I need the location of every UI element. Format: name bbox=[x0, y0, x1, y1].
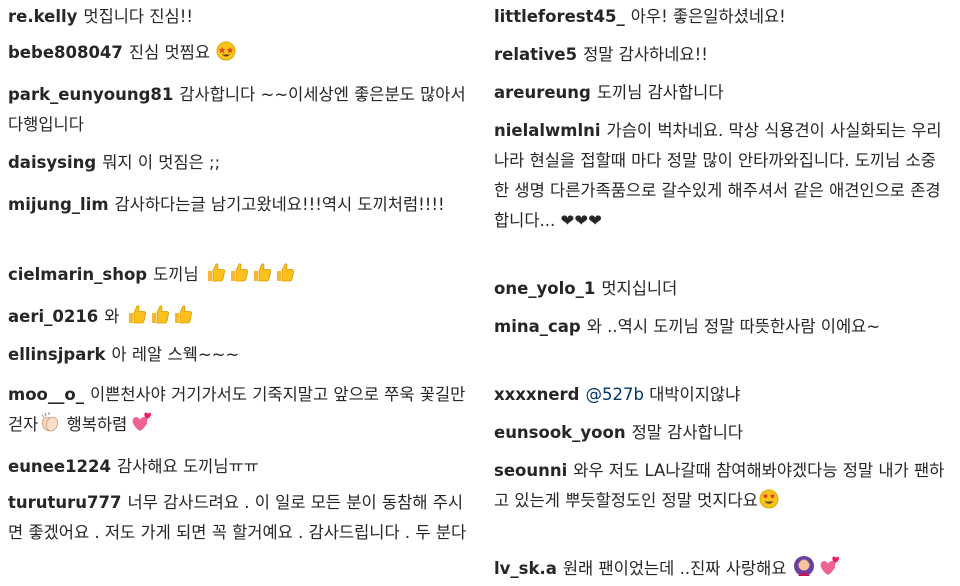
comment-username[interactable]: turuturu777 bbox=[8, 493, 121, 512]
comment-text: 멋집니다 진심!! bbox=[83, 7, 193, 26]
thumbs-up-icon bbox=[251, 261, 273, 283]
comment: eunsook_yoon 정말 감사합니다 bbox=[494, 418, 946, 448]
comment: moo__o_ 이쁜천사야 거기가서도 기죽지말고 앞으로 쭈욱 꽃길만 걷자 행… bbox=[8, 380, 468, 440]
comment-username[interactable]: moo__o_ bbox=[8, 385, 84, 404]
comment-username[interactable]: mijung_lim bbox=[8, 195, 109, 214]
comment-text-continued: 행복하렴 bbox=[66, 415, 128, 434]
comment-username[interactable]: eunsook_yoon bbox=[494, 423, 626, 442]
comment: seounni 와우 저도 LA나갈때 참여해봐야겠다능 정말 내가 팬하고 있는… bbox=[494, 456, 946, 516]
comment-username[interactable]: areureung bbox=[494, 83, 591, 102]
two-hearts-icon bbox=[816, 555, 840, 577]
comment-username[interactable]: one_yolo_1 bbox=[494, 279, 595, 298]
comment: turuturu777 너무 감사드려요 . 이 일로 모든 분이 동참해 주시면… bbox=[8, 488, 468, 548]
comment-text: 아우! 좋은일하셨네요! bbox=[630, 7, 786, 26]
clapping-hands-icon bbox=[39, 411, 61, 433]
comment-username[interactable]: aeri_0216 bbox=[8, 307, 98, 326]
comment: eunee1224 감사해요 도끼님ㅠㅠ bbox=[8, 452, 468, 482]
comment-text: 감사하다는글 남기고왔네요!!!역시 도끼처럼!!!! bbox=[114, 195, 445, 214]
comment: relative5 정말 감사하네요!! bbox=[494, 40, 946, 70]
comment-username[interactable]: park_eunyoung81 bbox=[8, 85, 173, 104]
comment: park_eunyoung81 감사합니다 ~~이세상엔 좋은분도 많아서 다행입… bbox=[8, 80, 468, 140]
comment-text: 감사해요 도끼님ㅠㅠ bbox=[117, 457, 259, 476]
heart-eyes-face-icon bbox=[759, 489, 779, 509]
comment-text: 진심 멋찜요 bbox=[128, 43, 211, 62]
comment-username[interactable]: seounni bbox=[494, 461, 567, 480]
thumbs-up-icon bbox=[205, 261, 227, 283]
comment-text: 도끼님 감사합니다 bbox=[596, 83, 724, 102]
comment-username[interactable]: eunee1224 bbox=[8, 457, 111, 476]
comment-username[interactable]: bebe808047 bbox=[8, 43, 123, 62]
person-icon bbox=[793, 555, 815, 577]
comment-username[interactable]: ellinsjpark bbox=[8, 345, 105, 364]
comment-text: 정말 감사합니다 bbox=[631, 423, 744, 442]
comment-text: 아 레알 스웩~~~ bbox=[111, 345, 240, 364]
comment-username[interactable]: nielalwmlni bbox=[494, 121, 601, 140]
comment: ellinsjpark 아 레알 스웩~~~ bbox=[8, 340, 468, 370]
thumbs-up-icon bbox=[172, 303, 194, 325]
comment-text: 와 ..역시 도끼님 정말 따뜻한사람 이에요~ bbox=[586, 317, 881, 336]
comment-username[interactable]: relative5 bbox=[494, 45, 577, 64]
thumbs-up-icon bbox=[274, 261, 296, 283]
comment: mina_cap 와 ..역시 도끼님 정말 따뜻한사람 이에요~ bbox=[494, 312, 946, 342]
comment-text: 뭐지 이 멋짐은 ;; bbox=[102, 153, 221, 172]
comment-mention[interactable]: @527b bbox=[585, 385, 643, 404]
two-hearts-icon bbox=[128, 411, 152, 433]
comment: littleforest45_ 아우! 좋은일하셨네요! bbox=[494, 2, 946, 32]
thumbs-up-icon bbox=[149, 303, 171, 325]
comment-text: 정말 감사하네요!! bbox=[583, 45, 708, 64]
comment: cielmarin_shop 도끼님 bbox=[8, 260, 468, 290]
comment: xxxxnerd @527b 대박이지않냐 bbox=[494, 380, 946, 410]
comment-username[interactable]: daisysing bbox=[8, 153, 96, 172]
thumbs-up-icon bbox=[228, 261, 250, 283]
comment: areureung 도끼님 감사합니다 bbox=[494, 78, 946, 108]
comment: aeri_0216 와 bbox=[8, 302, 468, 332]
comment: nielalwmlni 가슴이 벅차네요. 막상 식용견이 사실화되는 우리나라 … bbox=[494, 116, 946, 236]
comment-text: 원래 팬이었는데 ..진짜 사랑해요 bbox=[562, 559, 787, 578]
thumbs-up-icon bbox=[126, 303, 148, 325]
comment-username[interactable]: xxxxnerd bbox=[494, 385, 579, 404]
comment-username[interactable]: littleforest45_ bbox=[494, 7, 625, 26]
comment-text: 도끼님 bbox=[153, 265, 199, 284]
comment-username[interactable]: lv_sk.a bbox=[494, 559, 557, 578]
comment-text: 와 bbox=[104, 307, 120, 326]
comment-username[interactable]: mina_cap bbox=[494, 317, 581, 336]
comment: re.kelly 멋집니다 진심!! bbox=[8, 2, 468, 32]
comment: mijung_lim 감사하다는글 남기고왔네요!!!역시 도끼처럼!!!! bbox=[8, 190, 468, 220]
comment-username[interactable]: re.kelly bbox=[8, 7, 77, 26]
comment: bebe808047 진심 멋찜요 bbox=[8, 38, 468, 68]
comments-panel: re.kelly 멋집니다 진심!! bebe808047 진심 멋찜요 park_… bbox=[0, 0, 960, 586]
comment-text: 멋지십니더 bbox=[601, 279, 678, 298]
comment: daisysing 뭐지 이 멋짐은 ;; bbox=[8, 148, 468, 178]
star-struck-face-icon bbox=[216, 41, 236, 61]
comment-text: 대박이지않냐 bbox=[649, 385, 741, 404]
comment: lv_sk.a 원래 팬이었는데 ..진짜 사랑해요 bbox=[494, 554, 946, 584]
comment-username[interactable]: cielmarin_shop bbox=[8, 265, 147, 284]
comment: one_yolo_1 멋지십니더 bbox=[494, 274, 946, 304]
